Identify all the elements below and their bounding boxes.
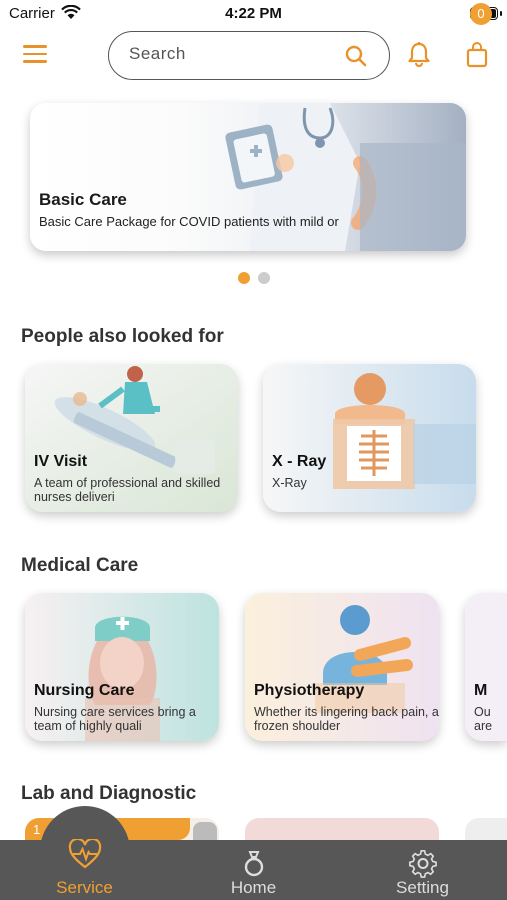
service-card-physiotherapy[interactable]: Physiotherapy Whether its lingering back… [245,593,439,741]
service-card-nursing-care[interactable]: Nursing Care Nursing care services bring… [25,593,219,741]
card-title: IV Visit [34,453,88,470]
card-description: X-Ray [272,476,307,490]
banner-card[interactable]: Basic Care Basic Care Package for COVID … [30,103,466,251]
clock: 4:22 PM [225,5,282,22]
tab-label: Setting [396,878,449,897]
status-bar: Carrier 4:22 PM [0,0,507,28]
card-title: M [474,682,488,699]
page-dot[interactable] [257,272,270,284]
service-card-x-ray[interactable]: X - Ray X-Ray [263,364,476,512]
service-card-partial[interactable]: M Ou are [465,593,507,741]
ring-icon [244,851,264,877]
bell-icon[interactable] [407,41,431,67]
search-input[interactable] [129,44,329,64]
gear-icon [409,850,437,878]
service-card-iv-visit[interactable]: IV Visit A team of professional and skil… [25,364,238,512]
tab-label: Home [230,878,277,897]
heart-pulse-icon [68,839,102,869]
cart-count-badge: 0 [470,3,492,25]
battery-nub [500,11,502,16]
page-dot-active[interactable] [237,272,250,284]
bottom-tab-bar: Service Home Setting [0,839,507,900]
carousel-pagination [0,272,507,284]
section-title-lab-and-diagnostic: Lab and Diagnostic [21,783,197,804]
section-title-people-also-looked-for: People also looked for [21,326,224,347]
search-box[interactable] [108,31,390,80]
tab-label: Service [56,878,113,897]
cart-icon[interactable] [465,42,489,68]
search-icon[interactable] [345,45,367,67]
card-title: Nursing Care [34,682,135,699]
card-description: Ou are [474,705,493,733]
banner-title: Basic Care [39,190,127,209]
card-title: Physiotherapy [254,682,365,699]
section-title-medical-care: Medical Care [21,555,139,576]
tab-service[interactable]: Service [0,839,169,900]
card-description: A team of professional and skilled nurse… [34,476,221,504]
hamburger-menu-icon[interactable] [23,45,47,65]
card-description: Nursing care services bring a team of hi… [34,705,196,733]
card-description: Whether its lingering back pain, a froze… [254,705,439,733]
tab-home[interactable]: Home [169,840,338,900]
card-title: X - Ray [272,453,327,470]
top-bar [0,28,507,88]
banner-description: Basic Care Package for COVID patients wi… [39,214,339,229]
tab-setting[interactable]: Setting [338,840,507,900]
